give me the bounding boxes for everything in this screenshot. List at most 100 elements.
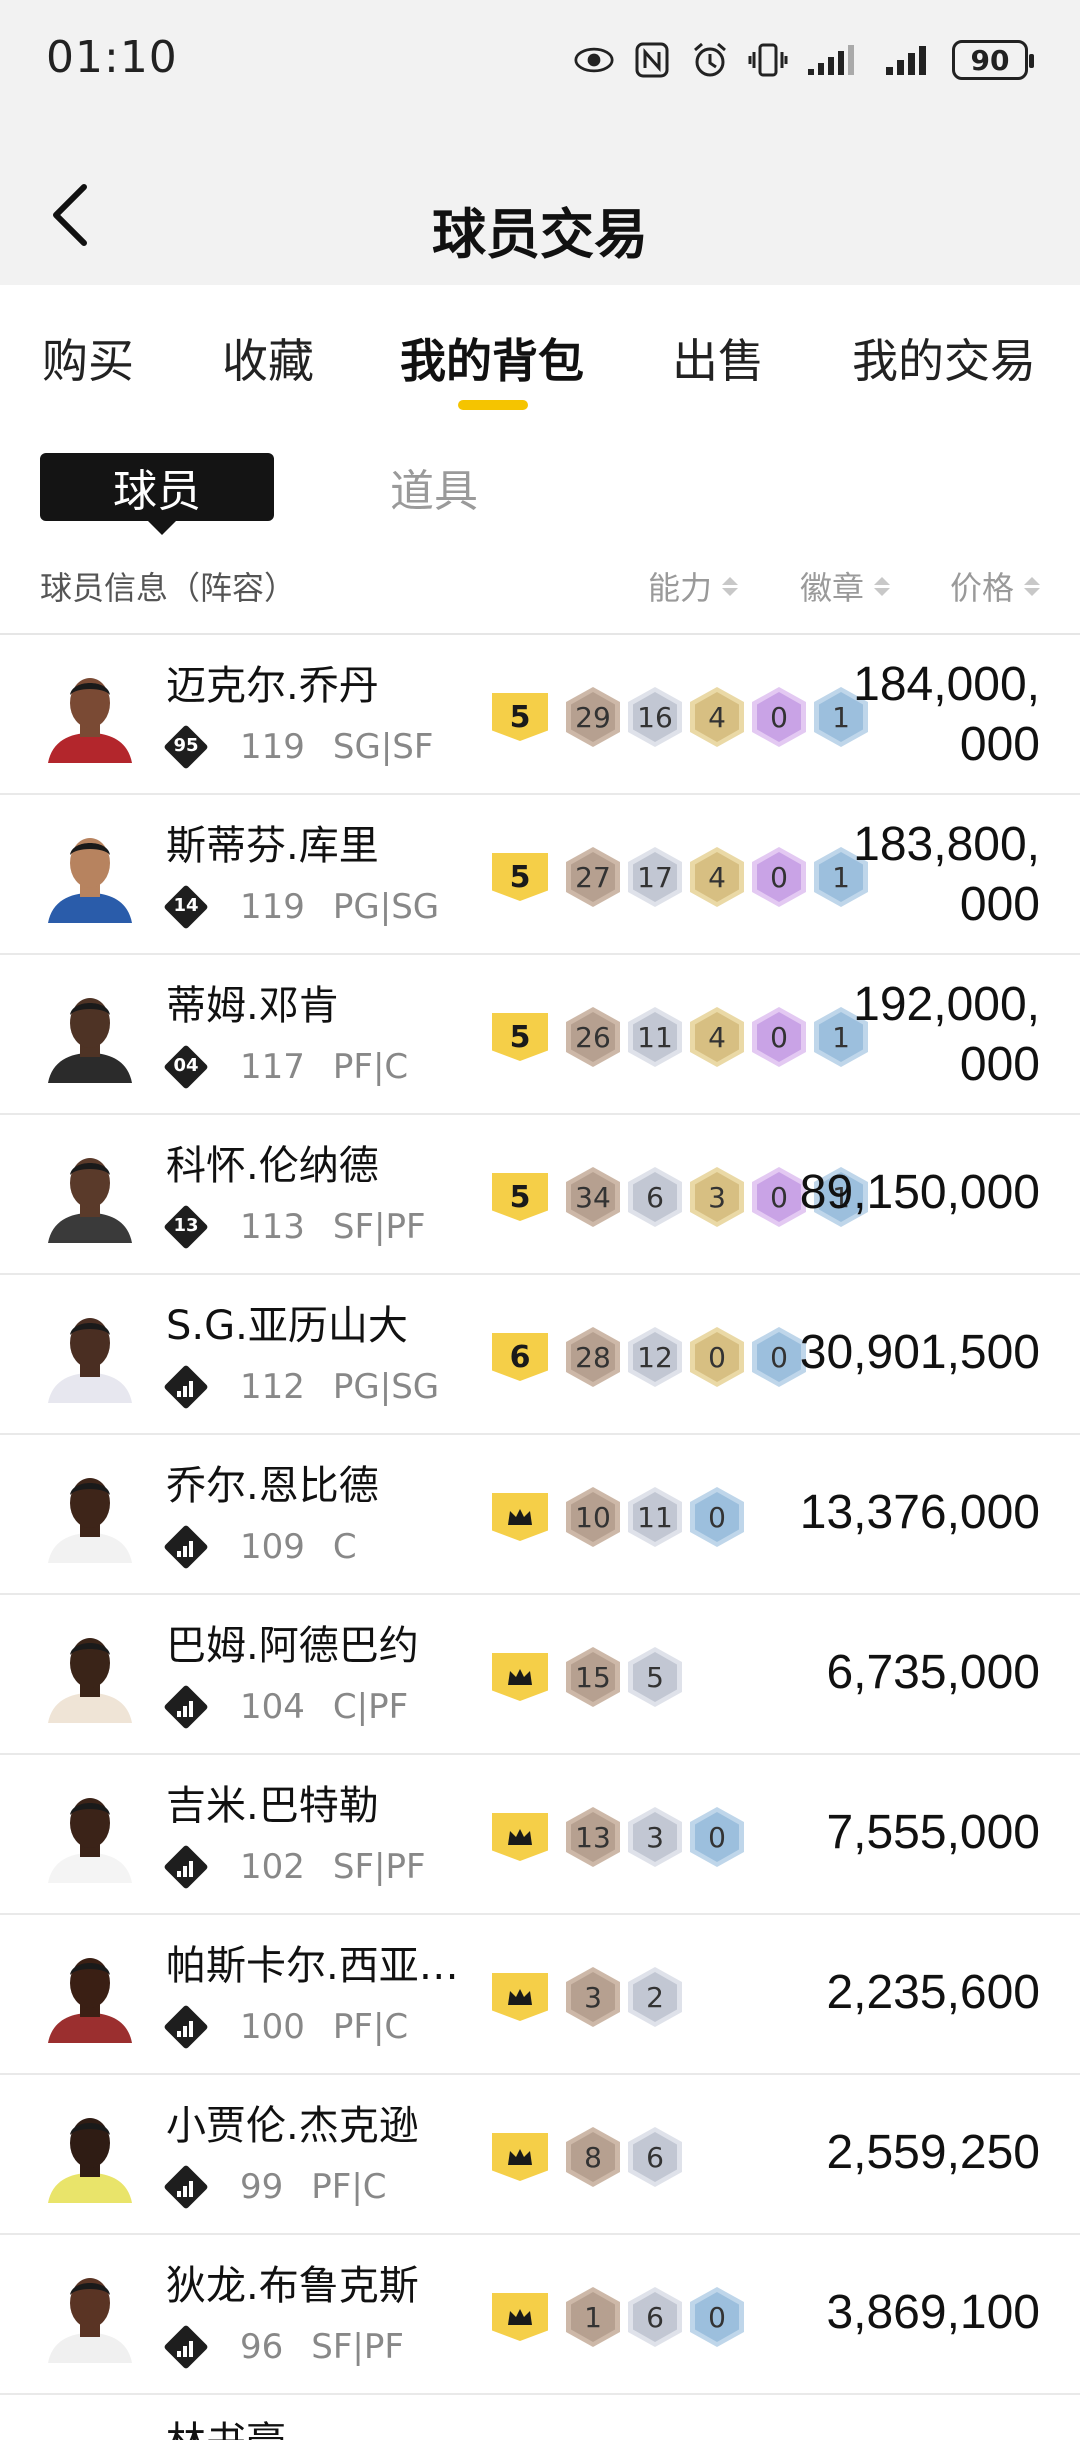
player-overall: 96	[240, 2327, 284, 2367]
tab-buy[interactable]: 购买	[42, 325, 134, 391]
player-name: 蒂姆.邓肯	[166, 983, 339, 1029]
player-position: SF|PF	[311, 2327, 404, 2367]
main-tabs: 购买 收藏 我的背包 出售 我的交易	[0, 285, 1080, 425]
player-price: 89,150,000	[799, 1166, 1040, 1219]
badge-bronze: 26	[566, 1007, 620, 1067]
player-name: 乔尔.恩比德	[166, 1463, 379, 1509]
header-ability[interactable]: 能力	[648, 563, 739, 609]
player-price: 30,901,500	[799, 1326, 1040, 1379]
badge-count: 0	[757, 1012, 801, 1062]
tab-sell[interactable]: 出售	[672, 325, 764, 391]
badge-silver: 5	[628, 1647, 682, 1707]
player-row[interactable]: 小贾伦.杰克逊 99 PF|C 8 6 2,559,250	[0, 2075, 1080, 2235]
badge-count: 3	[695, 1172, 739, 1222]
badge-blue: 0	[690, 2287, 744, 2347]
player-overall: 113	[240, 1207, 305, 1247]
rank-number: 95	[173, 735, 199, 756]
player-chips: 5 27 17 4 0 1	[492, 847, 868, 907]
player-row[interactable]: 乔尔.恩比德 109 C 10 11 0 13,376,000	[0, 1435, 1080, 1595]
player-list: 迈克尔.乔丹 95 119 SG|SF 5 29 16 4 0 1 184,000,000 斯蒂芬.库…	[0, 635, 1080, 2440]
subtab-players[interactable]: 球员	[40, 453, 274, 535]
status-icons: 90	[574, 36, 1034, 84]
player-meta: 96 SF|PF	[163, 2324, 404, 2370]
player-overall: 104	[240, 1687, 305, 1727]
player-meta: 13 113 SF|PF	[163, 1204, 426, 1250]
star-level-badge: 5	[492, 1173, 548, 1221]
badge-count: 6	[633, 2292, 677, 2342]
badge-count: 34	[571, 1172, 615, 1222]
rank-number: 14	[173, 895, 199, 916]
player-name: 吉米.巴特勒	[166, 1783, 379, 1829]
tab-my-bag[interactable]: 我的背包	[400, 325, 584, 391]
sub-tabs: 球员 道具	[0, 425, 1080, 545]
badge-gold: 0	[690, 1327, 744, 1387]
badge-count: 11	[633, 1012, 677, 1062]
player-meta: 100 PF|C	[163, 2004, 408, 2050]
badge-silver: 11	[628, 1007, 682, 1067]
player-row[interactable]: 蒂姆.邓肯 04 117 PF|C 5 26 11 4 0 1 192,000,000	[0, 955, 1080, 1115]
rank-badge: 04	[163, 1044, 209, 1090]
player-price: 2,559,250	[826, 2126, 1040, 2179]
crown-icon	[492, 1653, 548, 1701]
player-position: C	[332, 1527, 357, 1567]
badge-count: 3	[633, 1812, 677, 1862]
player-meta: 102 SF|PF	[163, 1844, 426, 1890]
player-chips: 160	[492, 2287, 744, 2347]
header-badge[interactable]: 徽章	[800, 563, 891, 609]
player-overall: 99	[240, 2167, 284, 2207]
player-meta: 99 PF|C	[163, 2164, 387, 2210]
badge-gold: 3	[690, 1167, 744, 1227]
subtab-items[interactable]: 道具	[390, 455, 478, 519]
signal-1-icon	[806, 40, 866, 80]
badge-count: 0	[757, 692, 801, 742]
player-name: 林书豪	[166, 2409, 476, 2440]
player-position: PG|SG	[332, 887, 440, 927]
player-name: 狄龙.布鲁克斯	[166, 2263, 419, 2309]
player-name: 斯蒂芬.库里	[166, 823, 379, 869]
badge-count: 13	[571, 1812, 615, 1862]
player-avatar	[40, 1143, 140, 1243]
sort-icon	[722, 576, 739, 596]
player-row[interactable]: 科怀.伦纳德 13 113 SF|PF 5 34 6 3 0 1 89,150,000	[0, 1115, 1080, 1275]
badge-silver: 12	[628, 1327, 682, 1387]
badge-purple: 0	[752, 687, 806, 747]
player-overall: 117	[240, 1047, 305, 1087]
badge-bronze: 28	[566, 1327, 620, 1387]
status-time: 01:10	[46, 32, 178, 83]
badge-count: 10	[571, 1492, 615, 1542]
badge-count: 4	[695, 692, 739, 742]
active-tab-indicator	[458, 400, 528, 410]
badge-count: 0	[695, 1492, 739, 1542]
header-price[interactable]: 价格	[950, 563, 1041, 609]
crown-icon	[492, 1973, 548, 2021]
player-price: 3,869,100	[826, 2286, 1040, 2339]
tab-favorites[interactable]: 收藏	[222, 325, 314, 391]
tab-my-trades[interactable]: 我的交易	[852, 325, 1036, 391]
player-meta: 04 117 PF|C	[163, 1044, 408, 1090]
player-row[interactable]: S.G.亚历山大 112 PG|SG 6 28 12 0 0 30,901,500	[0, 1275, 1080, 1435]
signal-2-icon	[884, 40, 934, 80]
player-position: PF|C	[311, 2167, 387, 2207]
player-meta: 95 119 SG|SF	[163, 724, 434, 770]
badge-count: 1	[571, 2292, 615, 2342]
player-position: SG|SF	[332, 727, 434, 767]
player-row[interactable]: 斯蒂芬.库里 14 119 PG|SG 5 27 17 4 0 1 183,800,000	[0, 795, 1080, 955]
player-row[interactable]: 巴姆.阿德巴约 104 C|PF 15 5 6,735,000	[0, 1595, 1080, 1755]
player-row[interactable]: 迈克尔.乔丹 95 119 SG|SF 5 29 16 4 0 1 184,000,000	[0, 635, 1080, 795]
badge-bronze: 13	[566, 1807, 620, 1867]
badge-bronze: 34	[566, 1167, 620, 1227]
player-price: 2,235,600	[826, 1966, 1040, 2019]
player-row[interactable]: 林书豪	[0, 2395, 1080, 2440]
badge-silver: 17	[628, 847, 682, 907]
crown-icon	[492, 1813, 548, 1861]
signal-bars-icon	[163, 1524, 209, 1570]
player-row[interactable]: 帕斯卡尔.西亚卡姆 100 PF|C 3 2 2,235,600	[0, 1915, 1080, 2075]
badge-count: 27	[571, 852, 615, 902]
star-level-badge: 6	[492, 1333, 548, 1381]
player-row[interactable]: 吉米.巴特勒 102 SF|PF 13 3 0 7,555,000	[0, 1755, 1080, 1915]
player-row[interactable]: 狄龙.布鲁克斯 96 SF|PF 1 6 0 3,869,100	[0, 2235, 1080, 2395]
badge-silver: 6	[628, 1167, 682, 1227]
header-player-info: 球员信息（阵容）	[40, 569, 297, 607]
player-meta: 104 C|PF	[163, 1684, 408, 1730]
alarm-icon	[690, 40, 730, 80]
